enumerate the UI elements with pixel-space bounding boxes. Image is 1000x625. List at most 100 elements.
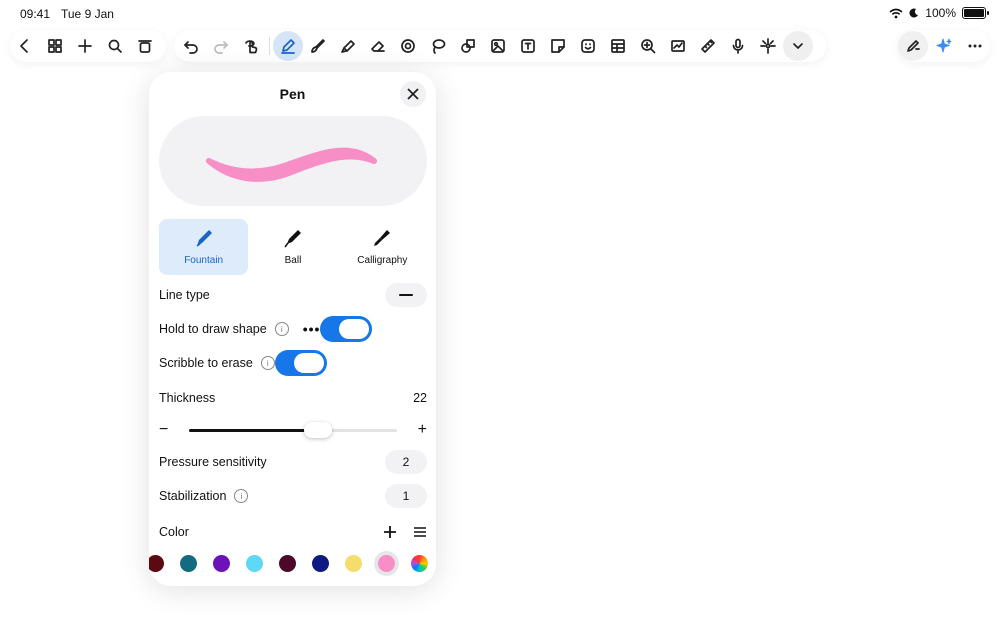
eraser-tool-button[interactable] xyxy=(363,31,393,61)
brush-icon xyxy=(311,39,325,53)
color-wheel-swatch[interactable] xyxy=(411,555,428,572)
pencil-sparkle-icon xyxy=(907,40,921,52)
sparkle-icon xyxy=(936,38,952,53)
image-tool-button[interactable] xyxy=(483,31,513,61)
sticky-note-icon xyxy=(551,39,565,53)
lasso-tool-button[interactable] xyxy=(423,31,453,61)
pen-type-ball[interactable]: Ball xyxy=(248,219,337,275)
hold-to-draw-label: Hold to draw shape xyxy=(159,322,267,336)
pen-icon xyxy=(281,39,295,54)
color-swatch[interactable] xyxy=(345,555,362,572)
add-button[interactable] xyxy=(70,31,100,61)
laser-pointer-icon xyxy=(760,38,776,54)
color-swatch[interactable] xyxy=(149,555,164,572)
close-icon xyxy=(407,88,419,100)
highlighter-tool-button[interactable] xyxy=(333,31,363,61)
more-tools-button[interactable] xyxy=(783,31,813,61)
pen-tool-button[interactable] xyxy=(273,31,303,61)
shape-recognize-icon xyxy=(401,39,415,53)
microphone-icon xyxy=(732,38,744,54)
date: Tue 9 Jan xyxy=(61,7,114,21)
preview-stroke xyxy=(206,147,377,182)
eraser-icon xyxy=(371,41,385,52)
chart-button[interactable] xyxy=(663,31,693,61)
redo-button[interactable] xyxy=(206,31,236,61)
line-type-button[interactable] xyxy=(385,283,427,307)
chevron-down-icon xyxy=(793,43,803,49)
trash-button[interactable] xyxy=(130,31,160,61)
line-type-row: Line type xyxy=(159,281,427,309)
grid-button[interactable] xyxy=(40,31,70,61)
battery-icon xyxy=(962,7,989,19)
pen-type-selector: Fountain Ball Calligraphy xyxy=(159,219,427,275)
stroke-preview xyxy=(159,116,427,206)
table-button[interactable] xyxy=(603,31,633,61)
laser-pointer-button[interactable] xyxy=(753,31,783,61)
edit-ai-button[interactable] xyxy=(898,31,929,61)
ruler-icon xyxy=(701,39,715,53)
increase-thickness-button[interactable]: + xyxy=(418,422,427,438)
main-toolbar xyxy=(174,30,826,62)
panel-title: Pen xyxy=(279,86,306,102)
slider-track[interactable] xyxy=(189,422,397,438)
hand-lasso-button[interactable] xyxy=(236,31,266,61)
slider-thumb[interactable] xyxy=(303,422,332,438)
wifi-icon xyxy=(889,8,903,18)
shapes-tool-button[interactable] xyxy=(453,31,483,61)
list-icon[interactable] xyxy=(413,526,427,538)
close-button[interactable] xyxy=(400,81,426,107)
color-swatch[interactable] xyxy=(246,555,263,572)
decrease-thickness-button[interactable]: − xyxy=(159,422,168,438)
hold-to-draw-toggle[interactable] xyxy=(320,316,373,342)
thickness-slider[interactable]: − + xyxy=(159,418,427,442)
hold-to-draw-row: Hold to draw shape i ••• xyxy=(159,315,427,343)
back-button[interactable] xyxy=(10,31,40,61)
color-swatch[interactable] xyxy=(180,555,197,572)
hand-lasso-icon xyxy=(245,40,258,54)
info-icon[interactable]: i xyxy=(234,489,249,503)
color-swatch[interactable] xyxy=(312,555,329,572)
info-icon[interactable]: i xyxy=(274,322,289,336)
slider-fill xyxy=(189,429,318,432)
color-row: Color xyxy=(159,518,427,546)
shape-recognize-button[interactable] xyxy=(393,31,423,61)
trash-icon xyxy=(138,40,152,53)
right-toolbar xyxy=(898,30,990,62)
ruler-button[interactable] xyxy=(693,31,723,61)
fountain-pen-icon xyxy=(196,230,212,247)
clock: 09:41 xyxy=(20,7,51,21)
brush-tool-button[interactable] xyxy=(303,31,333,61)
thickness-value: 22 xyxy=(413,391,427,405)
color-swatch[interactable] xyxy=(279,555,296,572)
stabilization-value[interactable]: 1 xyxy=(385,484,427,508)
more-options-icon[interactable]: ••• xyxy=(303,321,321,337)
info-icon[interactable]: i xyxy=(260,356,275,370)
add-color-icon[interactable] xyxy=(383,525,397,539)
moon-icon xyxy=(909,8,919,18)
color-swatch[interactable] xyxy=(213,555,230,572)
undo-button[interactable] xyxy=(176,31,206,61)
text-box-icon xyxy=(521,39,535,53)
more-options-button[interactable] xyxy=(960,31,990,61)
ai-assistant-button[interactable] xyxy=(929,31,959,61)
pressure-label: Pressure sensitivity xyxy=(159,455,267,469)
redo-icon xyxy=(214,41,228,54)
color-swatch[interactable] xyxy=(378,555,395,572)
pen-type-label: Calligraphy xyxy=(357,255,408,266)
highlighter-icon xyxy=(341,40,355,53)
battery-percent: 100% xyxy=(925,6,956,20)
zoom-button[interactable] xyxy=(633,31,663,61)
pen-type-fountain[interactable]: Fountain xyxy=(159,219,249,275)
microphone-button[interactable] xyxy=(723,31,753,61)
thickness-label: Thickness xyxy=(159,391,216,405)
color-label: Color xyxy=(159,525,189,539)
scribble-to-erase-row: Scribble to erase i xyxy=(159,349,427,377)
pressure-value[interactable]: 2 xyxy=(385,450,427,474)
search-button[interactable] xyxy=(100,31,130,61)
pen-type-calligraphy[interactable]: Calligraphy xyxy=(338,219,427,275)
sticker-button[interactable] xyxy=(573,31,603,61)
text-tool-button[interactable] xyxy=(513,31,543,61)
sticky-note-button[interactable] xyxy=(543,31,573,61)
scribble-toggle[interactable] xyxy=(274,350,327,376)
line-type-label: Line type xyxy=(159,288,210,302)
